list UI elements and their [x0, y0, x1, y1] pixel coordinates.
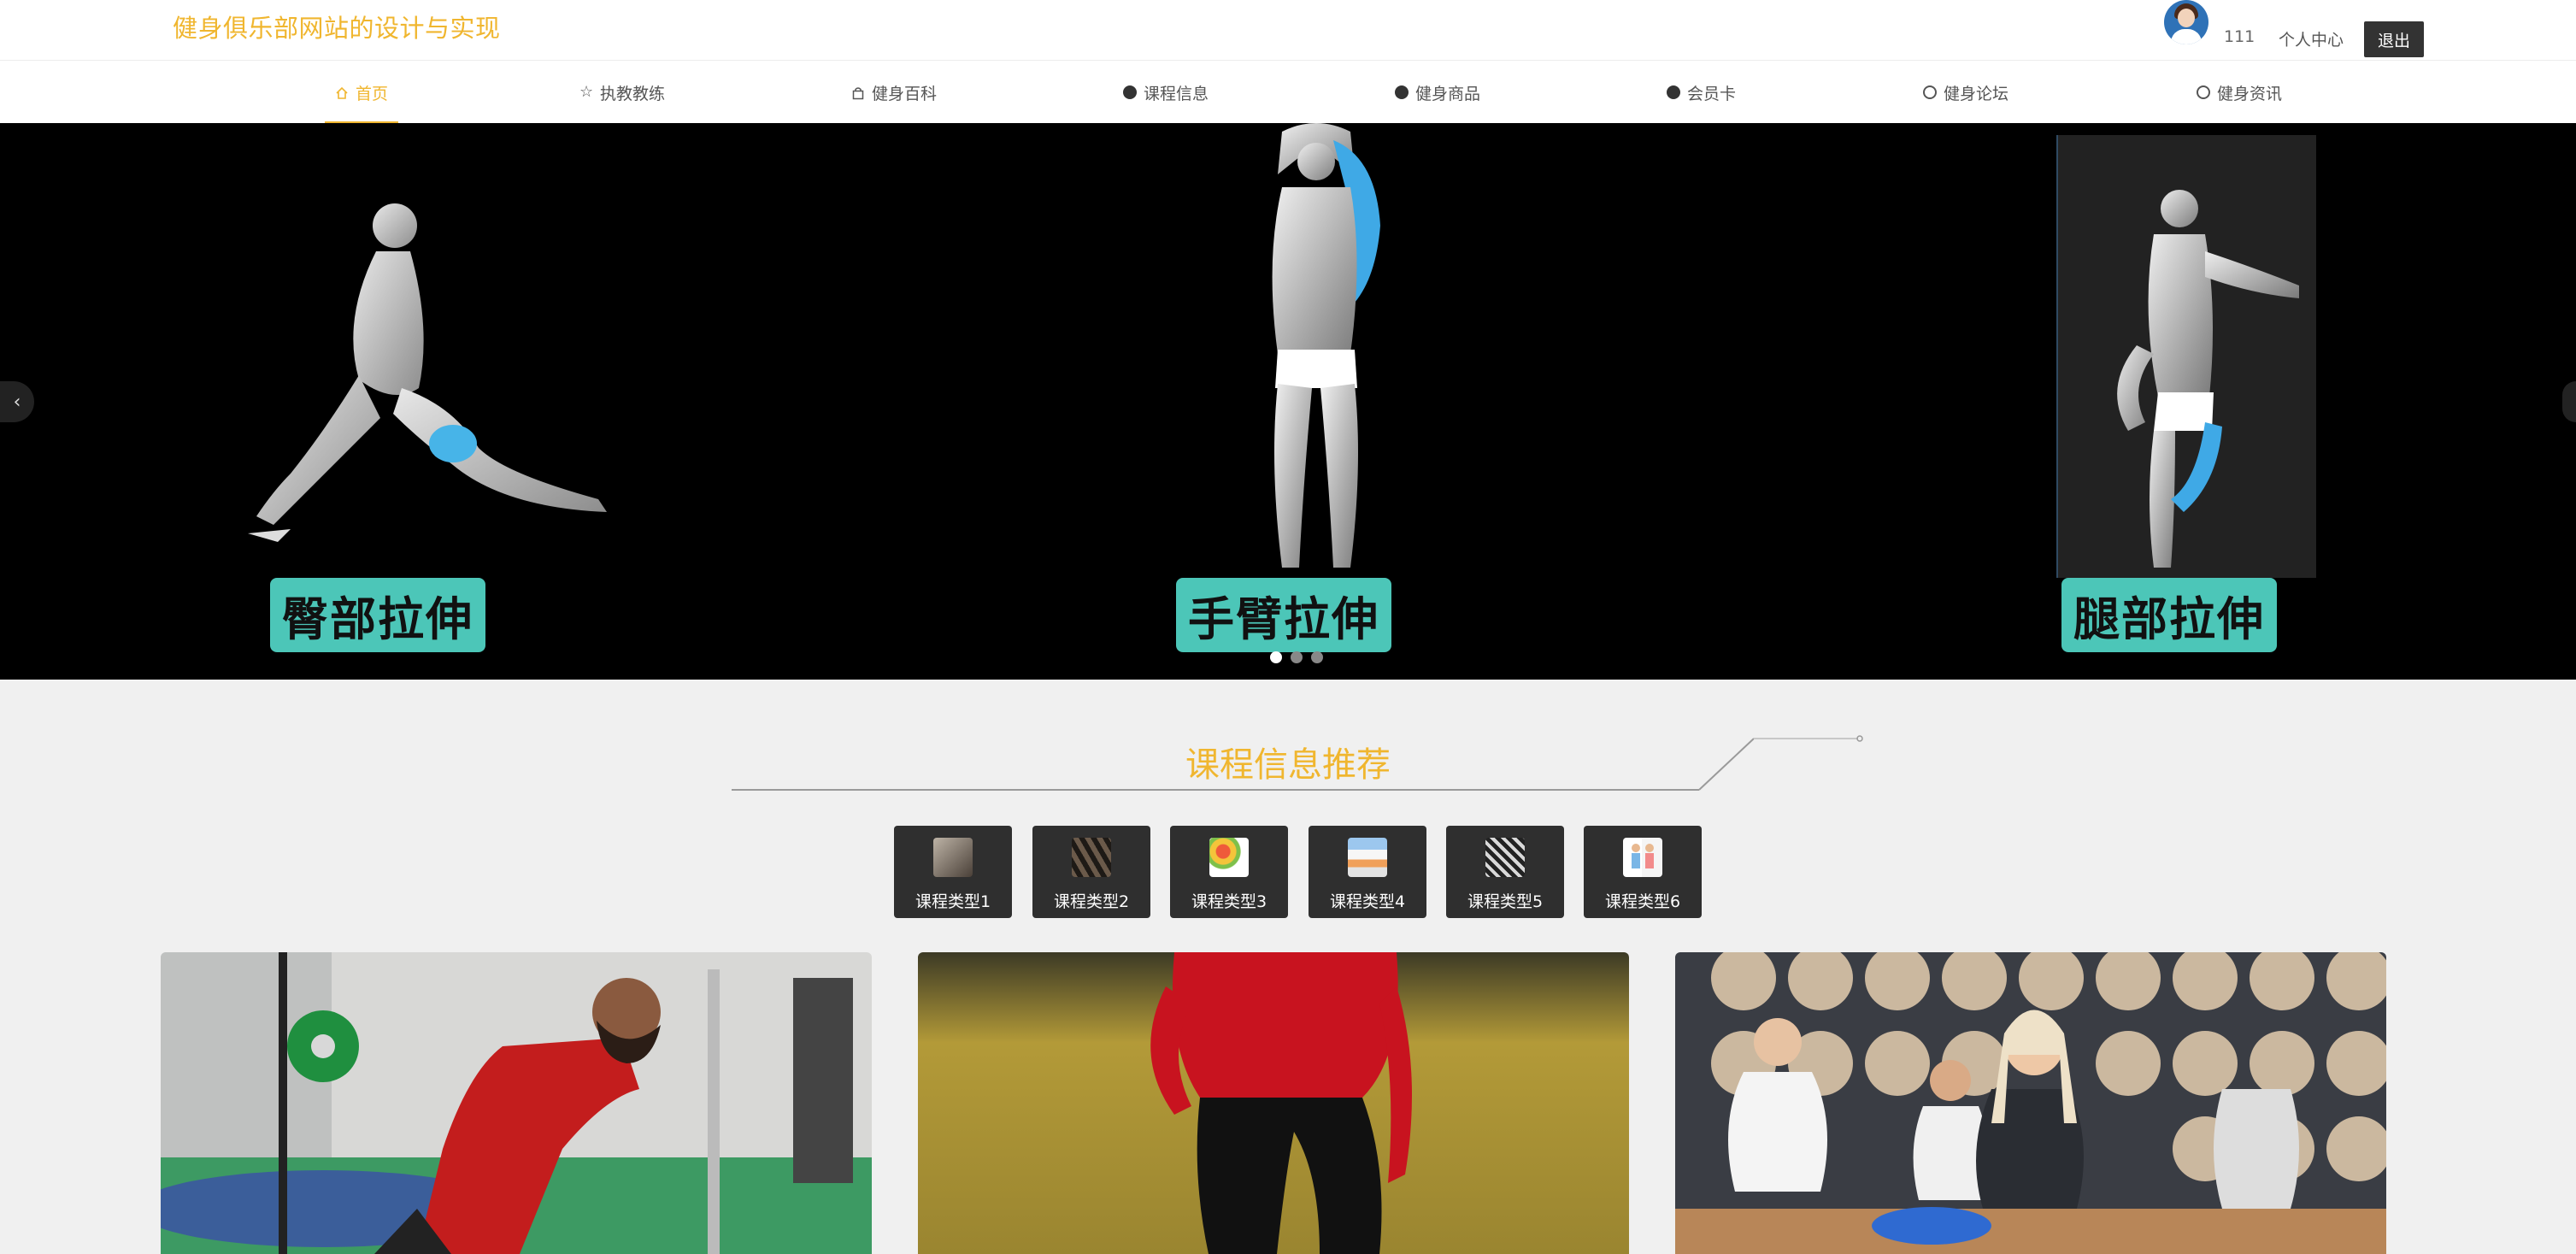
- carousel-dot[interactable]: [1270, 651, 1282, 663]
- chevron-left-icon: ‹: [13, 391, 21, 413]
- carousel-dot[interactable]: [1311, 651, 1323, 663]
- bag-icon: [851, 85, 865, 100]
- carousel-slide-1: 臀部拉伸: [171, 123, 701, 680]
- course-card-1[interactable]: [161, 952, 872, 1254]
- home-icon: [335, 85, 349, 99]
- category-label: 课程类型1: [915, 892, 991, 911]
- category-thumbnail: [1209, 838, 1249, 877]
- main-nav: 首页 ☆ 执教教练 健身百科 课程信息 健身商品 会员卡 健身论坛 健身资讯: [0, 60, 2576, 124]
- question-icon: [1395, 85, 1409, 99]
- carousel-prev-button[interactable]: ‹: [0, 381, 34, 422]
- nav-item-forum[interactable]: 健身论坛: [1923, 61, 2008, 124]
- course-image: [918, 952, 1629, 1254]
- category-thumbnail: [1348, 838, 1387, 877]
- carousel-caption: 臀部拉伸: [270, 578, 485, 652]
- carousel-slide-3: 腿部拉伸: [2034, 123, 2342, 680]
- carousel-caption: 腿部拉伸: [2061, 578, 2277, 652]
- course-card-3[interactable]: [1675, 952, 2386, 1254]
- info-icon: [1123, 85, 1137, 99]
- nav-item-encyclopedia[interactable]: 健身百科: [851, 61, 937, 124]
- nav-item-products[interactable]: 健身商品: [1395, 61, 1480, 124]
- star-icon: ☆: [579, 83, 594, 101]
- carousel-caption: 手臂拉伸: [1176, 578, 1391, 652]
- nav-label: 会员卡: [1687, 84, 1737, 103]
- nav-item-membership[interactable]: 会员卡: [1667, 61, 1736, 124]
- nav-item-coaches[interactable]: ☆ 执教教练: [579, 61, 665, 124]
- logout-button[interactable]: 退出: [2364, 21, 2424, 57]
- nav-item-home[interactable]: 首页: [324, 61, 399, 124]
- nav-label: 健身论坛: [1944, 84, 2009, 103]
- course-card-2[interactable]: [918, 952, 1629, 1254]
- nav-label: 健身资讯: [2217, 84, 2283, 103]
- profile-link[interactable]: 个人中心: [2279, 27, 2344, 50]
- category-label: 课程类型6: [1604, 892, 1681, 911]
- category-label: 课程类型3: [1191, 892, 1267, 911]
- carousel-next-button[interactable]: [2562, 381, 2576, 422]
- course-image: [161, 952, 872, 1254]
- nav-label: 首页: [356, 84, 389, 103]
- globe-icon: [1923, 85, 1937, 99]
- top-bar: 健身俱乐部网站的设计与实现 111 个人中心 退出: [0, 0, 2576, 60]
- nav-label: 课程信息: [1144, 84, 1209, 103]
- course-image: [1675, 952, 2386, 1254]
- nav-label: 健身百科: [872, 84, 938, 103]
- category-label: 课程类型5: [1467, 892, 1544, 911]
- site-title[interactable]: 健身俱乐部网站的设计与实现: [173, 9, 501, 44]
- leg-stretch-figure: [2117, 190, 2299, 568]
- course-category-4[interactable]: 课程类型4: [1309, 826, 1426, 918]
- hero-carousel[interactable]: 臀部拉伸 手臂拉伸 腿部拉伸 ‹: [0, 123, 2576, 680]
- category-label: 课程类型2: [1053, 892, 1130, 911]
- category-thumbnail: [933, 838, 973, 877]
- username-label: 111: [2224, 27, 2255, 46]
- carousel-dots: [1270, 651, 1323, 663]
- nav-label: 健身商品: [1415, 84, 1481, 103]
- hip-stretch-figure: [248, 203, 607, 542]
- category-label: 课程类型4: [1329, 892, 1406, 911]
- course-category-6[interactable]: 课程类型6: [1584, 826, 1702, 918]
- section-divider: [732, 735, 1863, 791]
- carousel-dot[interactable]: [1291, 651, 1303, 663]
- nav-label: 执教教练: [600, 84, 666, 103]
- arm-stretch-figure: [1272, 123, 1380, 568]
- course-category-2[interactable]: 课程类型2: [1032, 826, 1150, 918]
- category-thumbnail: [1623, 838, 1662, 877]
- category-thumbnail: [1485, 838, 1525, 877]
- category-thumbnail: [1072, 838, 1111, 877]
- course-category-3[interactable]: 课程类型3: [1170, 826, 1288, 918]
- nav-item-courses[interactable]: 课程信息: [1123, 61, 1209, 124]
- nav-item-news[interactable]: 健身资讯: [2197, 61, 2282, 124]
- smile-icon: [2197, 85, 2210, 99]
- course-category-5[interactable]: 课程类型5: [1446, 826, 1564, 918]
- info-icon: [1667, 85, 1680, 99]
- carousel-slide-2: 手臂拉伸: [1145, 123, 1487, 680]
- course-category-1[interactable]: 课程类型1: [894, 826, 1012, 918]
- user-avatar[interactable]: [2164, 0, 2208, 44]
